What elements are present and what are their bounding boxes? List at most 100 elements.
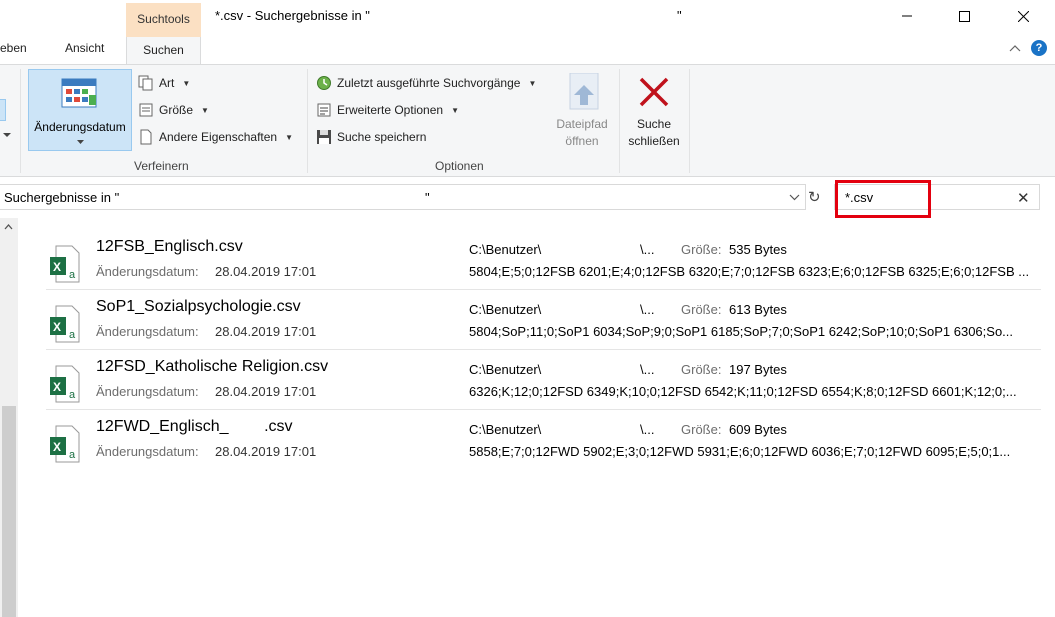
refine-group-label: Verfeinern [134, 159, 189, 173]
maximize-button[interactable] [941, 0, 987, 32]
size-label: Größe: [681, 422, 722, 437]
file-path-end: \... [640, 242, 655, 257]
chevron-down-icon [77, 140, 84, 144]
save-search-label: Suche speichern [337, 130, 427, 144]
context-tab-accent [126, 35, 201, 37]
date-value: 28.04.2019 17:01 [215, 444, 317, 459]
file-path: C:\Benutzer\ [469, 422, 542, 437]
date-value: 28.04.2019 17:01 [215, 264, 317, 279]
scroll-up-icon[interactable] [4, 224, 13, 230]
list-item[interactable]: X a 12FSD_Katholische Religion.csv Änder… [46, 349, 1041, 409]
collapse-ribbon-icon[interactable] [1009, 44, 1021, 52]
chevron-down-icon: ▼ [285, 132, 294, 142]
tab-search[interactable]: Suchen [126, 35, 201, 65]
close-icon [1017, 10, 1029, 22]
excel-file-icon: X a [50, 245, 80, 283]
content-preview: 5804;SoP;11;0;SoP1 6034;SoP;9;0;SoP1 618… [469, 324, 1014, 339]
properties-icon [140, 129, 152, 145]
date-value: 28.04.2019 17:01 [215, 384, 317, 399]
kind-label: Art [159, 76, 175, 90]
excel-file-icon: X a [50, 425, 80, 463]
advanced-options-button[interactable]: Erweiterte Optionen ▼ [316, 102, 459, 118]
clear-search-icon[interactable]: ✕ [1017, 189, 1030, 207]
chevron-down-icon: ▼ [182, 78, 191, 88]
size-button[interactable]: Größe ▼ [138, 102, 209, 118]
list-item[interactable]: X a 12FWD_Englisch_ .csv Änderungsdatum:… [46, 409, 1041, 469]
address-path-end: " [425, 190, 430, 205]
date-label: Änderungsdatum: [96, 264, 199, 279]
save-icon [317, 130, 331, 144]
file-name: 12FWD_Englisch_ .csv [96, 418, 293, 435]
close-search-button[interactable]: Suche schließen [622, 73, 686, 153]
other-properties-button[interactable]: Andere Eigenschaften ▼ [138, 129, 293, 145]
minimize-icon [902, 15, 912, 17]
date-label: Änderungsdatum: [96, 384, 199, 399]
recent-searches-label: Zuletzt ausgeführte Suchvorgänge [337, 76, 521, 90]
scrollbar-thumb[interactable] [2, 406, 16, 617]
navigation-pane[interactable] [0, 218, 18, 617]
size-label: Größe: [681, 362, 722, 377]
close-search-line1: Suche [636, 117, 672, 131]
open-file-location-line2: öffnen [565, 134, 599, 148]
date-value: 28.04.2019 17:01 [215, 324, 317, 339]
clipped-button[interactable] [0, 99, 6, 121]
refresh-icon[interactable]: ↻ [808, 188, 821, 206]
date-modified-button[interactable]: Änderungsdatum [28, 69, 132, 151]
search-query[interactable]: *.csv [845, 190, 873, 205]
size-label: Größe: [681, 302, 722, 317]
close-window-button[interactable] [1000, 0, 1046, 32]
svg-text:a: a [69, 269, 76, 281]
address-bar[interactable]: Suchergebnisse in " " [0, 184, 806, 210]
date-label: Änderungsdatum: [96, 324, 199, 339]
minimize-button[interactable] [884, 0, 930, 32]
chevron-down-icon [3, 133, 11, 137]
window-title-end: " [677, 8, 682, 23]
size-icon [139, 103, 153, 117]
chevron-down-icon[interactable] [789, 194, 800, 201]
kind-button[interactable]: Art ▼ [138, 75, 190, 91]
open-file-location-button[interactable]: Dateipfad öffnen [549, 73, 615, 153]
advanced-options-icon [317, 103, 331, 117]
save-search-button[interactable]: Suche speichern [316, 129, 426, 145]
maximize-icon [958, 10, 970, 22]
file-path: C:\Benutzer\ [469, 362, 542, 377]
svg-text:X: X [53, 380, 61, 394]
content-preview: 5858;E;7;0;12FWD 5902;E;3;0;12FWD 5931;E… [469, 444, 1011, 459]
ribbon-controls: ? [1009, 40, 1047, 56]
size-value: 609 Bytes [729, 422, 787, 437]
svg-text:X: X [53, 440, 61, 454]
list-item[interactable]: X a SoP1_Sozialpsychologie.csv Änderungs… [46, 289, 1041, 349]
content-preview: 6326;K;12;0;12FSD 6349;K;10;0;12FSD 6542… [469, 384, 1017, 399]
content-preview: 5804;E;5;0;12FSB 6201;E;4;0;12FSB 6320;E… [469, 264, 1030, 279]
svg-text:X: X [53, 320, 61, 334]
svg-text:X: X [53, 260, 61, 274]
search-tools-context-header: Suchtools [126, 3, 201, 35]
calendar-icon [61, 78, 97, 108]
chevron-down-icon: ▼ [451, 105, 459, 115]
file-name: SoP1_Sozialpsychologie.csv [96, 298, 301, 315]
recent-searches-icon [317, 76, 331, 90]
ribbon: Änderungsdatum Art ▼ Größe ▼ Andere Eigens… [0, 64, 1055, 177]
list-item[interactable]: X a 12FSB_Englisch.csv Änderungsdatum: 2… [46, 229, 1041, 289]
excel-file-icon: X a [50, 305, 80, 343]
recent-searches-button[interactable]: Zuletzt ausgeführte Suchvorgänge ▼ [316, 75, 536, 91]
address-path: Suchergebnisse in " [4, 190, 120, 205]
date-modified-label: Änderungsdatum [34, 120, 126, 134]
other-properties-label: Andere Eigenschaften [159, 130, 278, 144]
advanced-options-label: Erweiterte Optionen [337, 103, 444, 117]
kind-icon [138, 75, 153, 91]
svg-text:a: a [69, 449, 76, 461]
file-path: C:\Benutzer\ [469, 242, 542, 257]
chevron-down-icon: ▼ [528, 78, 537, 88]
file-name: 12FSD_Katholische Religion.csv [96, 358, 329, 375]
tab-view[interactable]: Ansicht [65, 41, 104, 55]
size-value: 613 Bytes [729, 302, 787, 317]
tab-share[interactable]: eben [0, 41, 27, 55]
size-value: 197 Bytes [729, 362, 787, 377]
help-icon[interactable]: ? [1031, 40, 1047, 56]
svg-text:a: a [69, 329, 76, 341]
file-path-end: \... [640, 302, 655, 317]
size-label: Größe: [681, 242, 722, 257]
file-path: C:\Benutzer\ [469, 302, 542, 317]
close-search-line2: schließen [628, 134, 680, 148]
